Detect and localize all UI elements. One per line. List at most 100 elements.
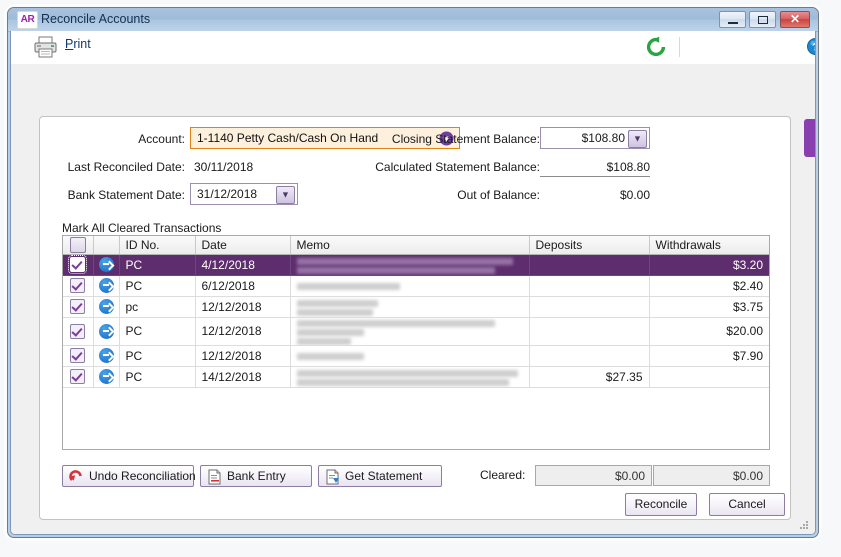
row-cleared-checkbox[interactable] [70, 348, 85, 363]
calculated-balance-label: Calculated Statement Balance: [340, 160, 540, 174]
row-memo-cell [290, 296, 529, 317]
row-drilldown-cell[interactable] [93, 345, 119, 366]
row-cleared-checkbox-cell[interactable] [63, 366, 93, 387]
dialog-body: Account: 1-1140 Petty Cash/Cash On Hand … [11, 64, 815, 534]
svg-text:?: ? [812, 41, 816, 53]
last-reconciled-label: Last Reconciled Date: [60, 160, 185, 174]
row-cleared-checkbox[interactable] [70, 278, 85, 293]
row-drilldown-cell[interactable] [93, 296, 119, 317]
row-withdrawals-cell: $2.40 [649, 275, 769, 296]
row-cleared-checkbox-cell[interactable] [63, 275, 93, 296]
print-button[interactable] [33, 35, 59, 59]
table-header-row: ID No. Date Memo Deposits Withdrawals [63, 236, 769, 254]
side-panel-tab[interactable] [804, 119, 815, 157]
drilldown-arrow-icon[interactable] [99, 324, 114, 339]
table-row[interactable]: pc12/12/2018$3.75 [63, 296, 769, 317]
drilldown-arrow-icon[interactable] [99, 348, 114, 363]
row-drilldown-cell[interactable] [93, 317, 119, 345]
row-withdrawals-cell: $20.00 [649, 317, 769, 345]
drilldown-arrow-icon[interactable] [99, 278, 114, 293]
row-id-cell: PC [119, 366, 195, 387]
closing-balance-dropdown-button[interactable]: ▼ [628, 130, 647, 148]
row-date-cell: 6/12/2018 [195, 275, 290, 296]
redacted-memo-block [297, 370, 518, 377]
cancel-button[interactable]: Cancel [709, 493, 785, 516]
minimize-icon [728, 22, 738, 24]
table-row[interactable]: PC12/12/2018 $20.00 [63, 317, 769, 345]
column-header-date[interactable]: Date [195, 236, 290, 254]
close-button[interactable]: ✕ [780, 11, 810, 28]
row-cleared-checkbox-cell[interactable] [63, 254, 93, 275]
document-icon [207, 469, 222, 485]
row-drilldown-cell[interactable] [93, 366, 119, 387]
row-cleared-checkbox-cell[interactable] [63, 317, 93, 345]
printer-icon [33, 35, 59, 59]
table-header: ID No. Date Memo Deposits Withdrawals [63, 236, 769, 254]
column-header-memo[interactable]: Memo [290, 236, 529, 254]
row-memo-cell [290, 317, 529, 345]
out-of-balance-label: Out of Balance: [340, 188, 540, 202]
document-download-icon [325, 469, 340, 485]
refresh-button[interactable] [645, 36, 667, 58]
table-row[interactable]: PC12/12/2018$7.90 [63, 345, 769, 366]
row-cleared-checkbox[interactable] [70, 369, 85, 384]
resize-grip-icon[interactable] [798, 519, 810, 531]
reconcile-accounts-window: AR Reconcile Accounts ✕ [7, 7, 819, 538]
row-cleared-checkbox-cell[interactable] [63, 296, 93, 317]
table-row[interactable]: PC6/12/2018$2.40 [63, 275, 769, 296]
column-header-id[interactable]: ID No. [119, 236, 195, 254]
chevron-down-icon: ▼ [633, 135, 642, 144]
row-date-cell: 12/12/2018 [195, 317, 290, 345]
column-header-deposits[interactable]: Deposits [529, 236, 649, 254]
row-drilldown-cell[interactable] [93, 254, 119, 275]
window-title: Reconcile Accounts [41, 11, 150, 28]
help-icon: ? [807, 38, 816, 55]
redacted-memo-block [297, 379, 509, 386]
maximize-button[interactable] [749, 11, 776, 28]
cleared-deposits-value: $0.00 [615, 469, 645, 483]
close-icon: ✕ [781, 12, 809, 27]
select-all-checkbox[interactable] [70, 237, 86, 253]
title-bar[interactable]: AR Reconcile Accounts ✕ [8, 8, 818, 32]
redacted-memo-block [297, 320, 496, 327]
undo-reconciliation-button[interactable]: Undo Reconciliation [62, 465, 194, 487]
drilldown-arrow-icon[interactable] [99, 369, 114, 384]
row-memo-cell [290, 275, 529, 296]
redacted-memo-block [297, 258, 514, 265]
column-header-withdrawals[interactable]: Withdrawals [649, 236, 769, 254]
row-id-cell: pc [119, 296, 195, 317]
redacted-memo-block [297, 329, 365, 336]
row-cleared-checkbox[interactable] [70, 257, 85, 272]
out-of-balance-value: $0.00 [540, 188, 650, 202]
bank-statement-date-label: Bank Statement Date: [60, 188, 185, 202]
reconcile-button[interactable]: Reconcile [625, 493, 697, 516]
row-memo-cell [290, 254, 529, 275]
closing-balance-input[interactable]: $108.80 ▼ [540, 127, 650, 149]
bank-entry-button[interactable]: Bank Entry [200, 465, 312, 487]
bank-statement-date-input[interactable]: 31/12/2018 ▼ [190, 183, 298, 205]
row-cleared-checkbox[interactable] [70, 324, 85, 339]
date-picker-dropdown-button[interactable]: ▼ [276, 186, 295, 204]
table-row[interactable]: PC14/12/2018$27.35 [63, 366, 769, 387]
redacted-memo-block [297, 267, 496, 274]
table-row[interactable]: PC4/12/2018$3.20 [63, 254, 769, 275]
last-reconciled-value: 30/11/2018 [194, 160, 253, 174]
row-drilldown-cell[interactable] [93, 275, 119, 296]
column-header-select-all[interactable] [63, 236, 93, 254]
row-memo-cell [290, 366, 529, 387]
row-id-cell: PC [119, 317, 195, 345]
row-cleared-checkbox[interactable] [70, 299, 85, 314]
row-deposits-cell [529, 317, 649, 345]
print-label: Print [65, 37, 91, 51]
transactions-table-container[interactable]: ID No. Date Memo Deposits Withdrawals PC… [62, 235, 770, 450]
row-withdrawals-cell: $7.90 [649, 345, 769, 366]
row-withdrawals-cell [649, 366, 769, 387]
table-body: PC4/12/2018$3.20PC6/12/2018$2.40pc12/12/… [63, 254, 769, 387]
toolbar-separator [679, 37, 680, 57]
redacted-memo-block [297, 300, 378, 307]
drilldown-arrow-icon[interactable] [99, 299, 114, 314]
drilldown-arrow-icon[interactable] [99, 257, 114, 272]
minimize-button[interactable] [719, 11, 746, 28]
get-statement-button[interactable]: Get Statement [318, 465, 442, 487]
row-cleared-checkbox-cell[interactable] [63, 345, 93, 366]
